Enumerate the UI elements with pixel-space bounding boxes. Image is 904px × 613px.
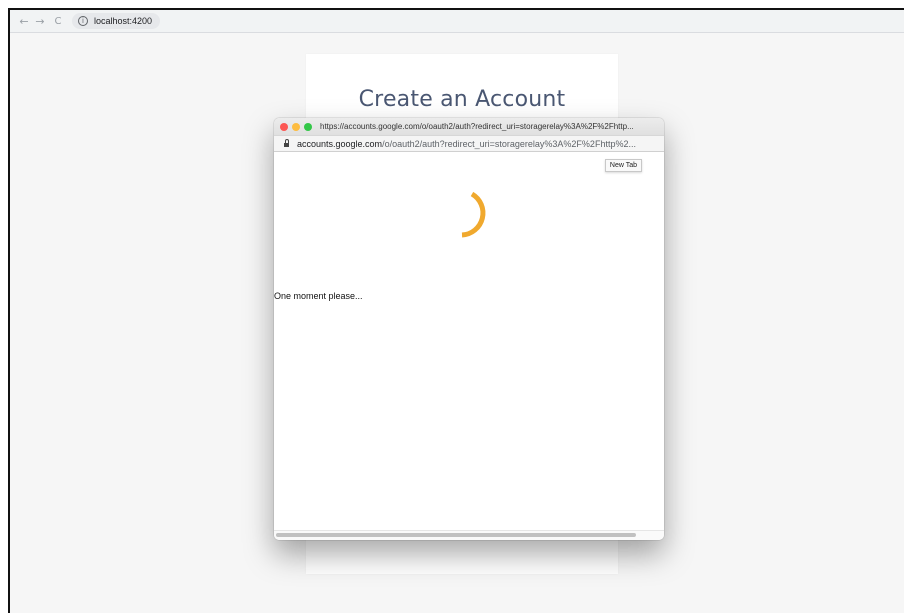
horizontal-scrollbar[interactable] — [274, 530, 664, 540]
back-button[interactable]: ← — [16, 15, 32, 28]
page-title: Create an Account — [358, 87, 566, 112]
reload-button[interactable]: C — [50, 16, 66, 27]
popup-url-host: accounts.google.com — [297, 138, 383, 149]
new-tab-tooltip: New Tab — [604, 159, 642, 172]
popup-address-bar[interactable]: accounts.google.com/o/oauth2/auth?redire… — [274, 135, 664, 152]
info-icon[interactable]: i — [78, 16, 88, 26]
popup-titlebar[interactable]: https://accounts.google.com/o/oauth2/aut… — [274, 118, 664, 135]
address-bar[interactable]: i localhost:4200 — [72, 13, 161, 29]
scrollbar-thumb[interactable] — [276, 533, 636, 537]
minimize-window-button[interactable] — [292, 122, 300, 131]
lock-icon — [284, 139, 289, 147]
maximize-window-button[interactable] — [304, 122, 312, 131]
oauth-popup-window: https://accounts.google.com/o/oauth2/aut… — [274, 118, 664, 540]
address-bar-url: localhost:4200 — [94, 16, 153, 26]
loading-spinner-icon — [461, 191, 486, 238]
browser-window: ← → C i localhost:4200 Create an Account… — [8, 8, 904, 613]
loading-message: One moment please... — [274, 291, 363, 301]
popup-url-path: /o/oauth2/auth?redirect_uri=storagerelay… — [382, 138, 636, 149]
popup-title: https://accounts.google.com/o/oauth2/aut… — [320, 122, 634, 131]
browser-toolbar: ← → C i localhost:4200 — [10, 10, 904, 33]
close-window-button[interactable] — [280, 122, 288, 131]
forward-button[interactable]: → — [32, 15, 48, 28]
